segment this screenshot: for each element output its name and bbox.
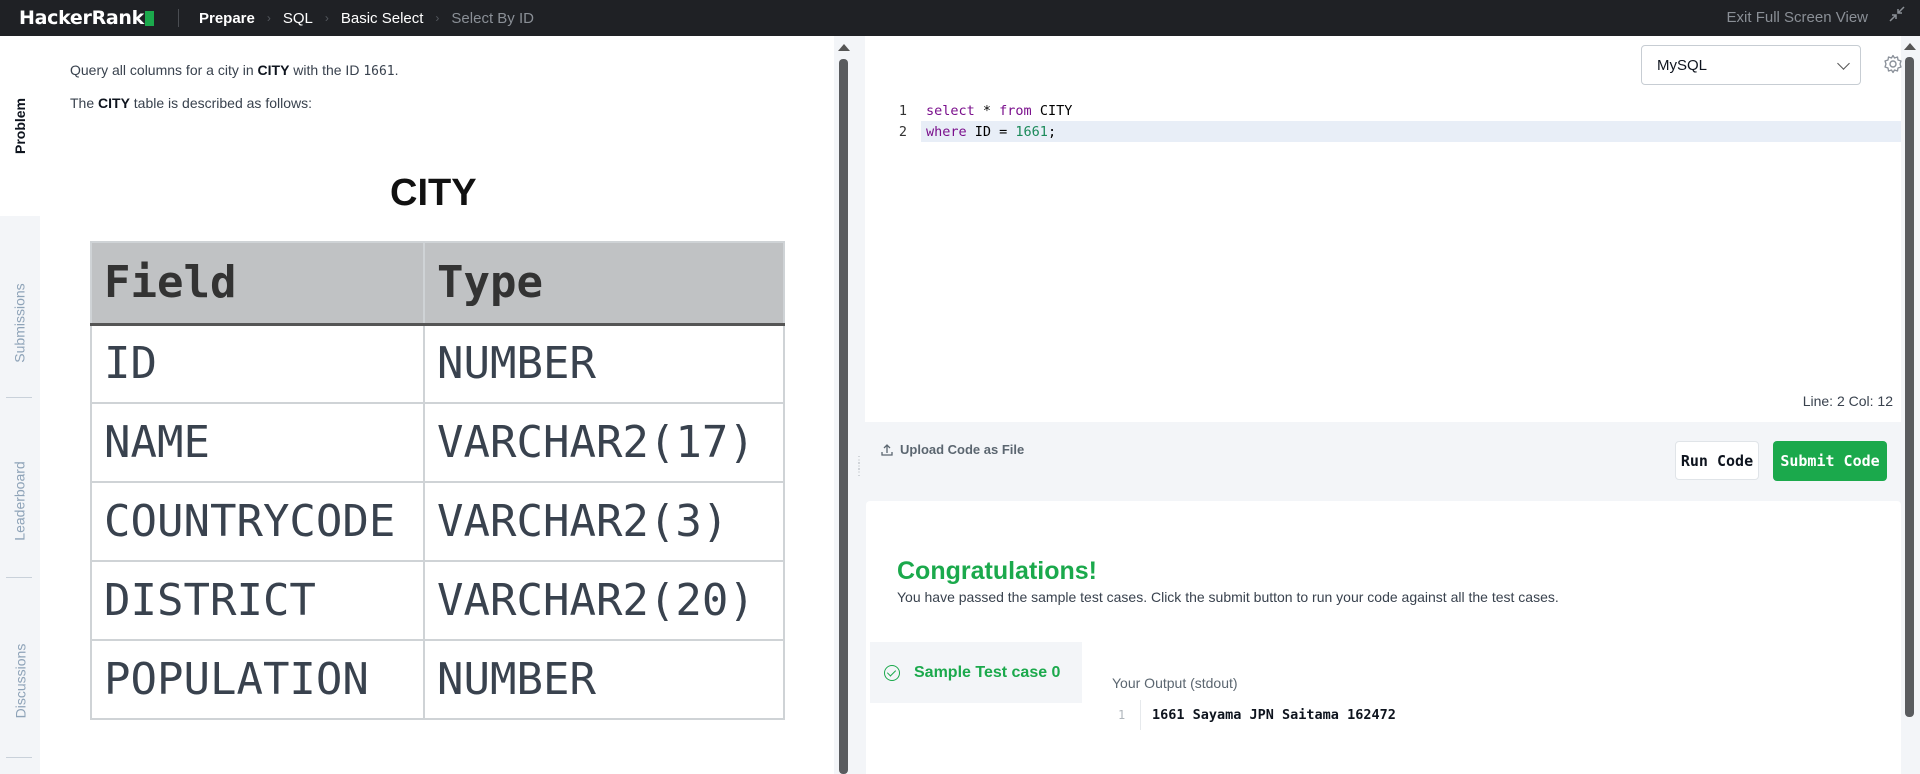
description-text: table is described as follows: — [129, 95, 312, 111]
type-cell: VARCHAR2(20) — [423, 560, 785, 641]
code-line-1[interactable]: 1 select * from CITY — [865, 100, 1901, 121]
output-label: Your Output (stdout) — [1112, 675, 1238, 691]
description-table-name: CITY — [98, 95, 130, 111]
problem-pane: Query all columns for a city in CITY wit… — [40, 36, 840, 774]
scroll-up-arrow-icon[interactable] — [1904, 43, 1916, 50]
pane-resize-handle[interactable]: ⋮ ⋮ ⋮ — [854, 456, 864, 486]
table-row: POPULATION NUMBER — [90, 639, 785, 720]
hackerrank-logo[interactable]: HackerRank — [19, 7, 154, 29]
code-text: where ID = 1661; — [926, 124, 1056, 140]
breadcrumb-separator: › — [266, 11, 271, 25]
type-cell: NUMBER — [423, 639, 785, 720]
problem-statement: Query all columns for a city in CITY wit… — [70, 62, 399, 79]
statement-table-name: CITY — [257, 62, 290, 78]
tab-divider — [6, 757, 32, 758]
breadcrumb-sql[interactable]: SQL — [283, 10, 313, 27]
statement-text: Query all columns for a city in — [70, 62, 258, 78]
right-scrollbar-thumb[interactable] — [1905, 57, 1914, 717]
line-number: 1 — [898, 102, 907, 119]
type-cell: NUMBER — [423, 323, 785, 404]
upload-icon — [881, 443, 893, 456]
table-description: The CITY table is described as follows: — [70, 95, 312, 111]
tab-discussions-label: Discussions — [12, 643, 29, 719]
tab-discussions[interactable]: Discussions — [0, 616, 40, 746]
schema-table: Field Type ID NUMBER NAME VARCHAR2(17) COU… — [90, 241, 785, 720]
code-token: * — [974, 102, 1000, 119]
output-line-number: 1 — [1118, 708, 1126, 722]
language-value: MySQL — [1657, 56, 1708, 74]
tab-submissions[interactable]: Submissions — [0, 258, 40, 388]
upload-code-button[interactable]: Upload Code as File — [880, 442, 1024, 457]
chevron-down-icon — [1837, 57, 1850, 70]
code-text: select * from CITY — [926, 103, 1072, 119]
line-number: 2 — [898, 123, 907, 140]
tab-problem-label: Problem — [12, 97, 29, 155]
code-keyword: select — [926, 102, 975, 119]
field-cell: ID — [90, 323, 425, 404]
test-case-tab[interactable]: Sample Test case 0 — [870, 642, 1082, 703]
output-divider — [1140, 700, 1141, 730]
tab-leaderboard-label: Leaderboard — [12, 461, 28, 541]
breadcrumb-separator: › — [324, 11, 329, 25]
logo-text: HackerRank — [19, 7, 144, 29]
code-token: ID = — [966, 123, 1016, 140]
field-cell: DISTRICT — [90, 560, 425, 641]
table-row: DISTRICT VARCHAR2(20) — [90, 560, 785, 641]
side-tabs: Problem Submissions Leaderboard Discussi… — [0, 36, 40, 774]
check-circle-icon — [884, 664, 900, 681]
breadcrumb-prepare[interactable]: Prepare — [199, 10, 255, 27]
collapse-icon[interactable] — [1888, 5, 1906, 23]
type-cell: VARCHAR2(17) — [423, 402, 785, 483]
field-cell: POPULATION — [90, 639, 425, 720]
scroll-up-arrow-icon[interactable] — [838, 44, 850, 51]
code-token: CITY — [1031, 102, 1073, 119]
code-number: 1661 — [1015, 123, 1048, 140]
result-title: Congratulations! — [897, 557, 1097, 585]
statement-text: with the ID — [289, 62, 364, 78]
statement-id-code: 1661 — [363, 64, 395, 79]
results-panel: Congratulations! You have passed the sam… — [866, 501, 1901, 774]
language-select[interactable]: MySQL — [1641, 45, 1861, 85]
type-cell: VARCHAR2(3) — [423, 481, 785, 562]
run-code-button[interactable]: Run Code — [1675, 441, 1759, 480]
result-subtitle: You have passed the sample test cases. C… — [897, 589, 1559, 605]
description-text: The — [70, 95, 99, 111]
problem-scrollbar-thumb[interactable] — [839, 59, 848, 774]
breadcrumb-current: Select By ID — [451, 9, 534, 27]
submit-code-button[interactable]: Submit Code — [1773, 441, 1887, 481]
schema-header-field: Field — [90, 241, 425, 326]
upload-label: Upload Code as File — [900, 442, 1025, 457]
breadcrumb-separator: › — [435, 11, 440, 25]
table-row: COUNTRYCODE VARCHAR2(3) — [90, 481, 785, 562]
cursor-position: Line: 2 Col: 12 — [1802, 393, 1893, 409]
top-bar: HackerRank Prepare › SQL › Basic Select … — [0, 0, 1920, 36]
code-token: ; — [1047, 123, 1057, 140]
code-keyword: from — [999, 102, 1032, 119]
tab-problem[interactable]: Problem — [0, 86, 40, 166]
topbar-divider — [177, 9, 179, 27]
code-editor-pane: MySQL 1 select * from CITY 2 where ID = … — [865, 36, 1903, 422]
table-row: ID NUMBER — [90, 323, 785, 404]
schema-header-row: Field Type — [90, 241, 785, 326]
test-case-label: Sample Test case 0 — [914, 663, 1061, 681]
tab-divider — [6, 397, 32, 398]
code-line-2[interactable]: 2 where ID = 1661; — [865, 121, 1901, 142]
code-keyword: where — [926, 123, 967, 140]
schema-header-type: Type — [423, 241, 785, 326]
output-text: 1661 Sayama JPN Saitama 162472 — [1152, 707, 1396, 723]
statement-text: . — [394, 62, 399, 78]
breadcrumb-basic-select[interactable]: Basic Select — [341, 10, 424, 27]
tab-leaderboard[interactable]: Leaderboard — [0, 436, 40, 566]
tab-divider — [6, 577, 32, 578]
table-row: NAME VARCHAR2(17) — [90, 402, 785, 483]
tab-submissions-label: Submissions — [12, 283, 28, 363]
schema-title: CITY — [390, 172, 477, 214]
field-cell: NAME — [90, 402, 425, 483]
exit-full-screen-link[interactable]: Exit Full Screen View — [1727, 0, 1868, 36]
gear-icon[interactable] — [1883, 54, 1903, 74]
logo-block-icon — [144, 10, 154, 26]
field-cell: COUNTRYCODE — [90, 481, 425, 562]
